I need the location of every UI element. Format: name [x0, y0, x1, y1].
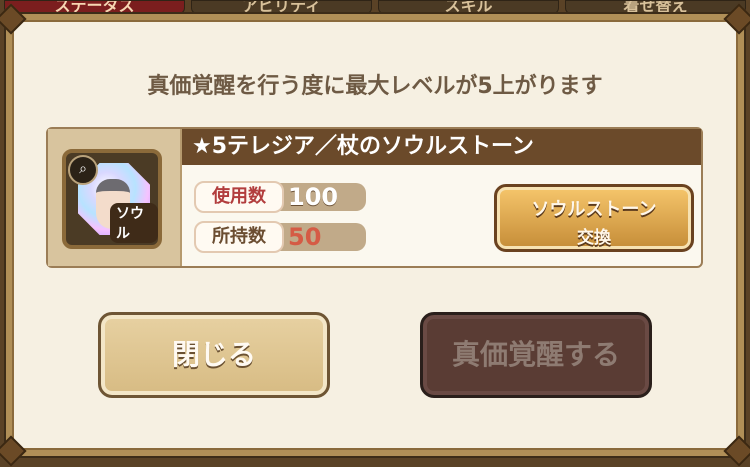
close-button[interactable]: 閉じる	[98, 312, 330, 398]
awaken-button[interactable]: 真価覚醒する	[420, 312, 652, 398]
corner-ornament	[0, 435, 27, 467]
exchange-button-line2: 交換	[577, 228, 611, 248]
background-tabs: ステータス アビリティ スキル 着せ替え	[0, 0, 750, 14]
used-count-value: 100	[278, 183, 366, 211]
dialog-message: 真価覚醒を行う度に最大レベルが5上がります	[147, 74, 603, 99]
corner-ornament	[723, 435, 750, 467]
used-count: 100 使用数	[194, 181, 366, 213]
exchange-button-line1: ソウルストーン	[531, 199, 657, 220]
soulstone-card: ⌕ ソウル ★5テレジア／杖のソウルストーン 100 使用数 50 所持数 ソウ…	[46, 127, 703, 268]
item-icon-panel: ⌕ ソウル	[48, 129, 182, 266]
item-name: ★5テレジア／杖のソウルストーン	[182, 129, 701, 165]
search-icon[interactable]: ⌕	[68, 155, 98, 185]
owned-count-value: 50	[278, 223, 366, 251]
tab-costume[interactable]: 着せ替え	[565, 0, 746, 14]
used-count-label: 使用数	[194, 181, 284, 213]
soulstone-portrait[interactable]: ⌕ ソウル	[62, 149, 162, 249]
tab-status[interactable]: ステータス	[4, 0, 185, 14]
soul-tag: ソウル	[110, 203, 158, 243]
tab-ability[interactable]: アビリティ	[191, 0, 372, 14]
soulstone-exchange-button[interactable]: ソウルストーン 交換	[494, 184, 694, 252]
tab-skill[interactable]: スキル	[378, 0, 559, 14]
owned-count-label: 所持数	[194, 221, 284, 253]
owned-count: 50 所持数	[194, 221, 366, 253]
awakening-dialog: 真価覚醒を行う度に最大レベルが5上がります ⌕ ソウル ★5テレジア／杖のソウル…	[0, 3, 750, 467]
